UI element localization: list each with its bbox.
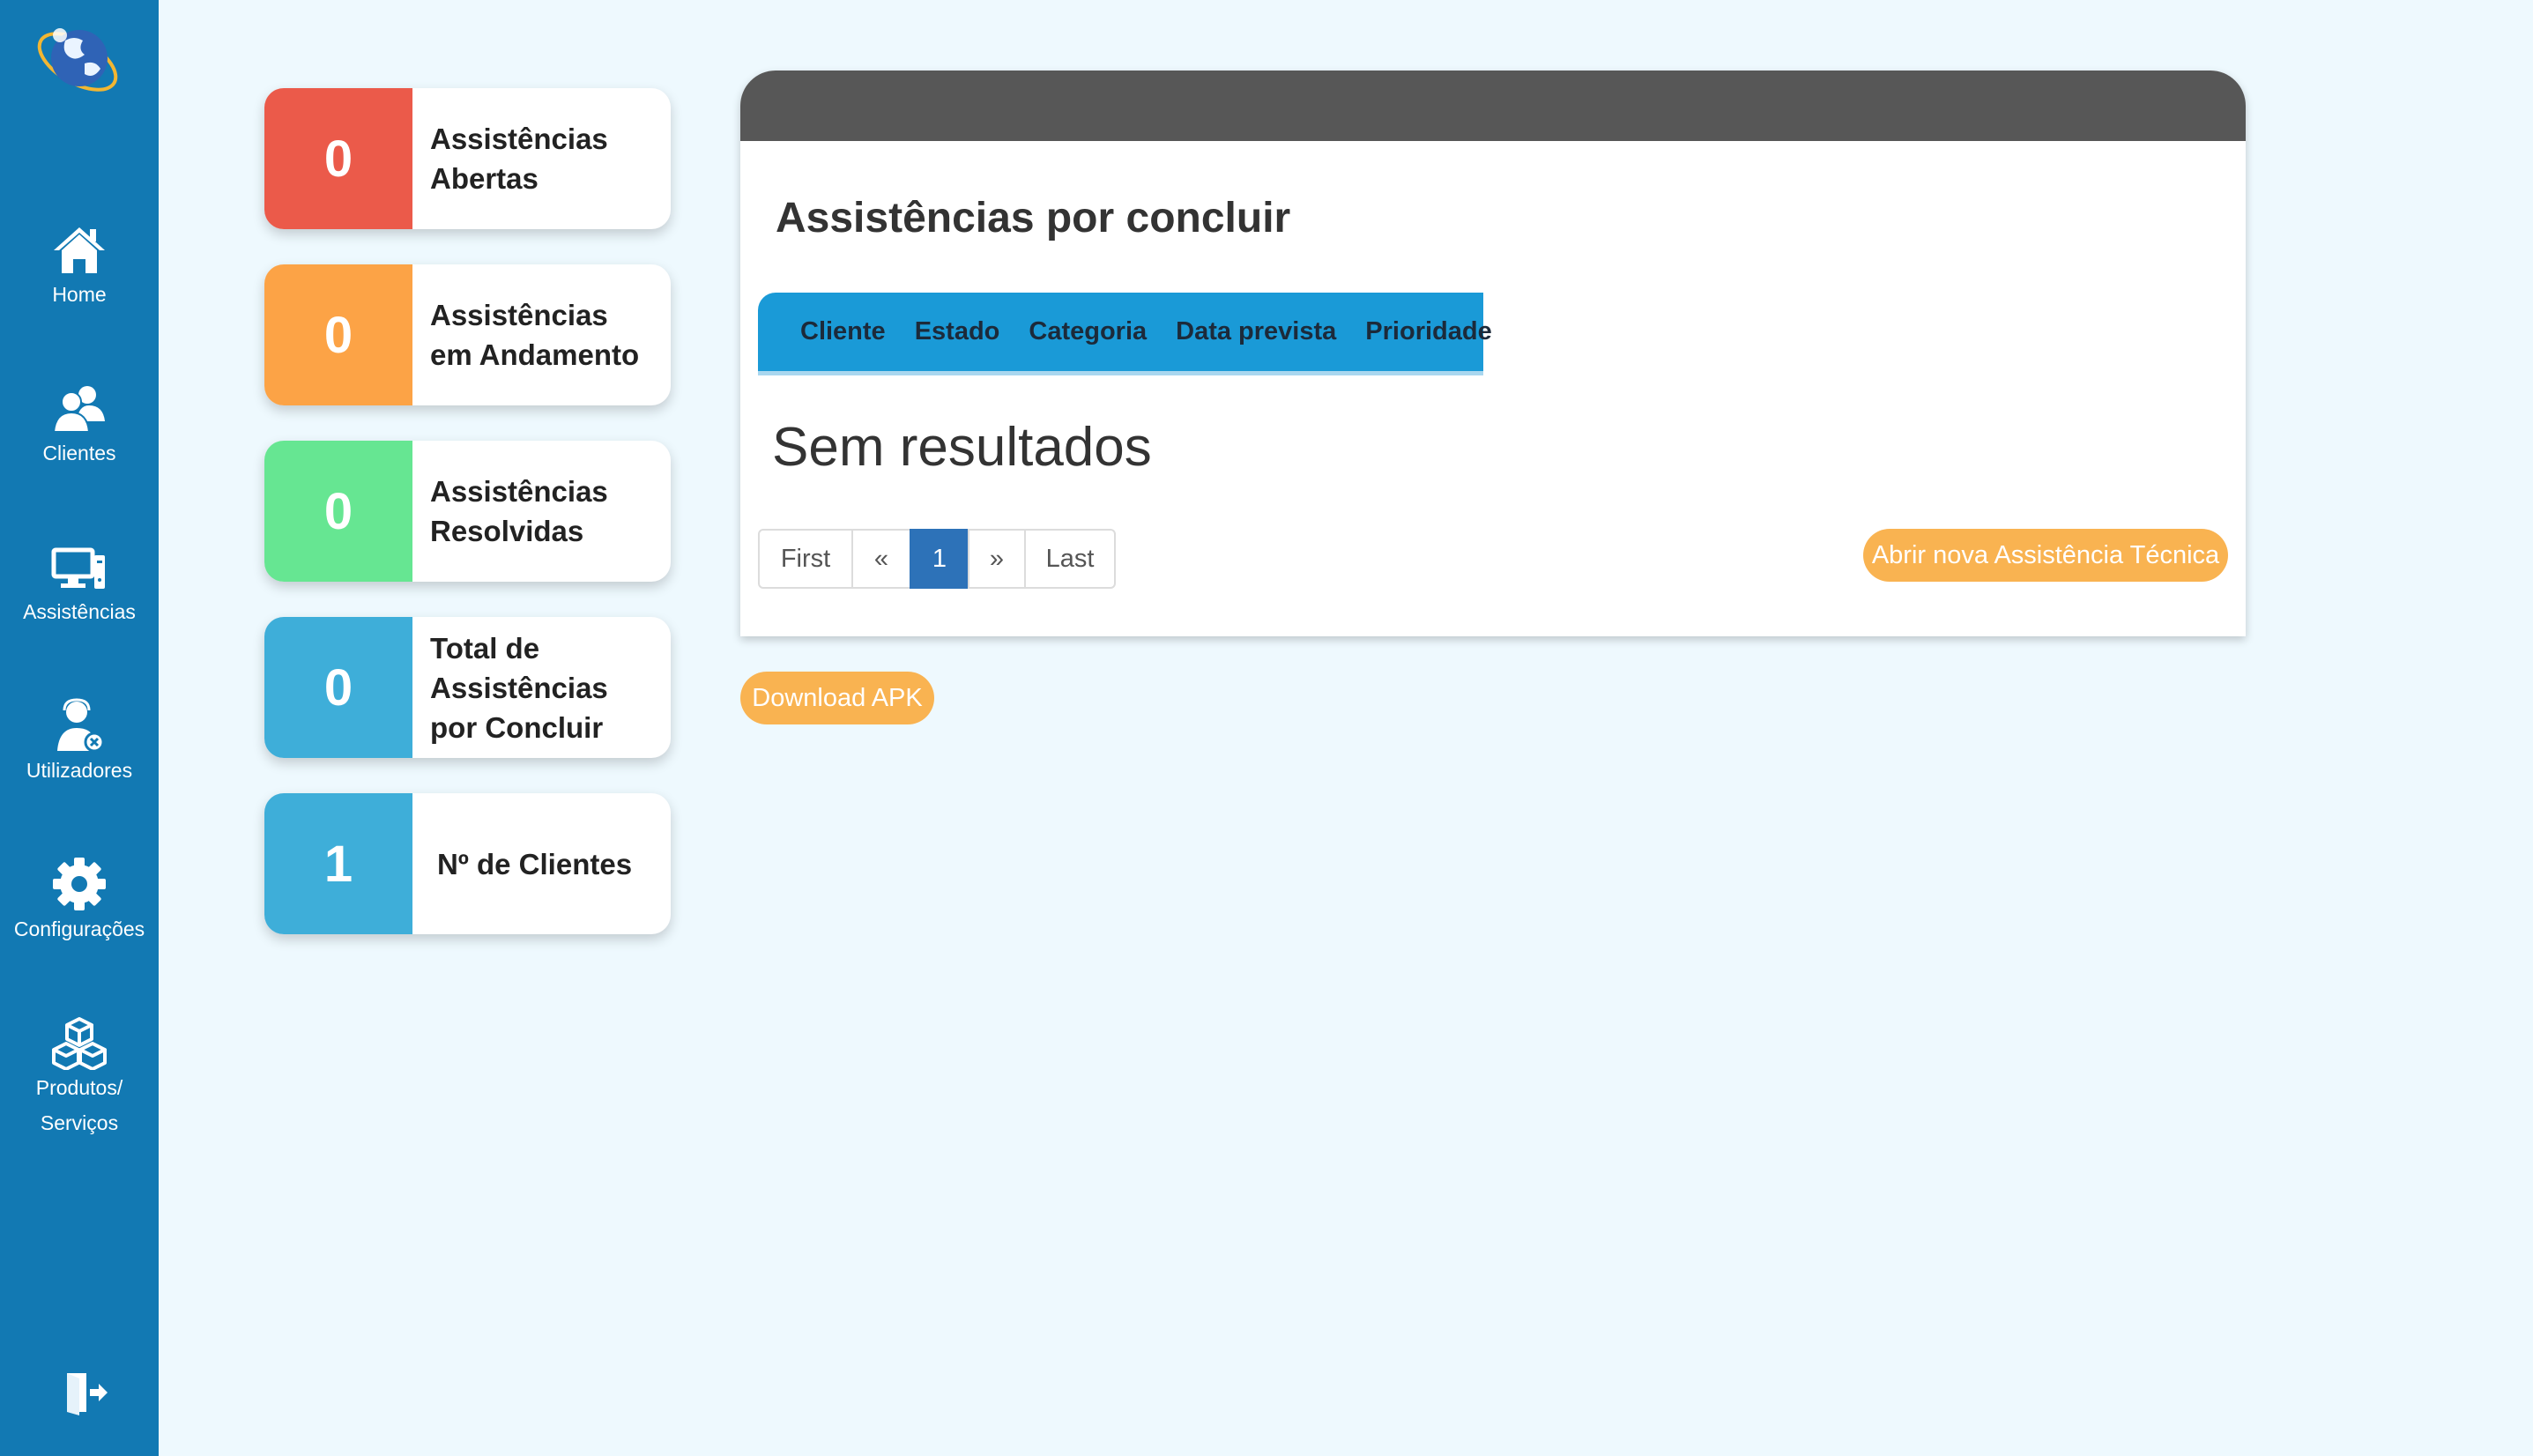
sidebar-item-home[interactable]: Home bbox=[0, 222, 159, 312]
stat-card-andamento[interactable]: 0 Assistências em Andamento bbox=[264, 264, 671, 405]
panel-title: Assistências por concluir bbox=[776, 195, 1291, 241]
user-gear-icon bbox=[57, 698, 105, 753]
column-header-cliente[interactable]: Cliente bbox=[800, 317, 886, 346]
sidebar-item-assistencias[interactable]: Assistências bbox=[0, 539, 159, 629]
sidebar-item-configuracoes[interactable]: Configurações bbox=[0, 857, 159, 947]
column-header-data-prevista[interactable]: Data prevista bbox=[1176, 317, 1336, 346]
globe-logo-icon[interactable] bbox=[33, 19, 125, 99]
gear-icon bbox=[53, 858, 106, 910]
assistencias-panel: Assistências por concluir Cliente Estado… bbox=[740, 71, 2246, 636]
sidebar-item-clientes[interactable]: Clientes bbox=[0, 381, 159, 471]
table-header: Cliente Estado Categoria Data prevista P… bbox=[758, 293, 1492, 375]
sidebar-item-label-line1: Produtos/ bbox=[35, 1076, 123, 1099]
stat-label: Nº de Clientes bbox=[436, 847, 633, 880]
stat-label: Assistências Resolvidas bbox=[430, 475, 608, 547]
new-assistance-button[interactable]: Abrir nova Assistência Técnica bbox=[1863, 529, 2228, 582]
page-next-button[interactable]: » bbox=[968, 529, 1026, 589]
stat-card-resolvidas[interactable]: 0 Assistências Resolvidas bbox=[264, 441, 671, 582]
sidebar: Home Clientes Assistências Utilizadores … bbox=[0, 0, 159, 1456]
page-first-button[interactable]: First bbox=[758, 529, 853, 589]
sidebar-item-label: Configurações bbox=[13, 917, 145, 940]
sidebar-item-label: Assistências bbox=[23, 600, 136, 623]
stat-label: Assistências em Andamento bbox=[430, 299, 640, 371]
empty-message: Sem resultados bbox=[772, 417, 1152, 478]
page-prev-button[interactable]: « bbox=[851, 529, 911, 589]
sidebar-item-label: Utilizadores bbox=[26, 759, 133, 782]
users-icon bbox=[52, 386, 105, 433]
stat-card-total-por-concluir[interactable]: 0 Total de Assistências por Concluir bbox=[264, 617, 671, 758]
page-last-button[interactable]: Last bbox=[1024, 529, 1116, 589]
stat-label: Total de Assistências por Concluir bbox=[430, 631, 608, 744]
stat-count: 1 bbox=[264, 793, 412, 934]
download-apk-button[interactable]: Download APK bbox=[740, 672, 934, 724]
column-header-estado[interactable]: Estado bbox=[915, 317, 1000, 346]
panel-header-bar bbox=[740, 71, 2246, 141]
stat-count: 0 bbox=[264, 88, 412, 229]
pagination: First « 1 » Last bbox=[758, 529, 1116, 589]
stat-card-abertas[interactable]: 0 Assistências Abertas bbox=[264, 88, 671, 229]
stat-card-clientes[interactable]: 1 Nº de Clientes bbox=[264, 793, 671, 934]
page-current-button[interactable]: 1 bbox=[910, 529, 969, 589]
boxes-icon bbox=[52, 1017, 107, 1070]
stat-label: Assistências Abertas bbox=[430, 123, 608, 195]
sidebar-item-utilizadores[interactable]: Utilizadores bbox=[0, 698, 159, 788]
sidebar-item-produtos-servicos[interactable]: Produtos/ Serviços bbox=[0, 1015, 159, 1140]
sidebar-item-label: Home bbox=[52, 283, 107, 306]
stat-count: 0 bbox=[264, 617, 412, 758]
column-header-prioridade[interactable]: Prioridade bbox=[1365, 317, 1491, 346]
logout-icon[interactable] bbox=[63, 1370, 109, 1415]
sidebar-item-label-line2: Serviços bbox=[40, 1111, 119, 1134]
desktop-icon bbox=[51, 547, 105, 589]
sidebar-item-label: Clientes bbox=[42, 442, 116, 464]
stat-count: 0 bbox=[264, 441, 412, 582]
home-icon bbox=[54, 227, 105, 273]
column-header-categoria[interactable]: Categoria bbox=[1029, 317, 1147, 346]
stat-count: 0 bbox=[264, 264, 412, 405]
